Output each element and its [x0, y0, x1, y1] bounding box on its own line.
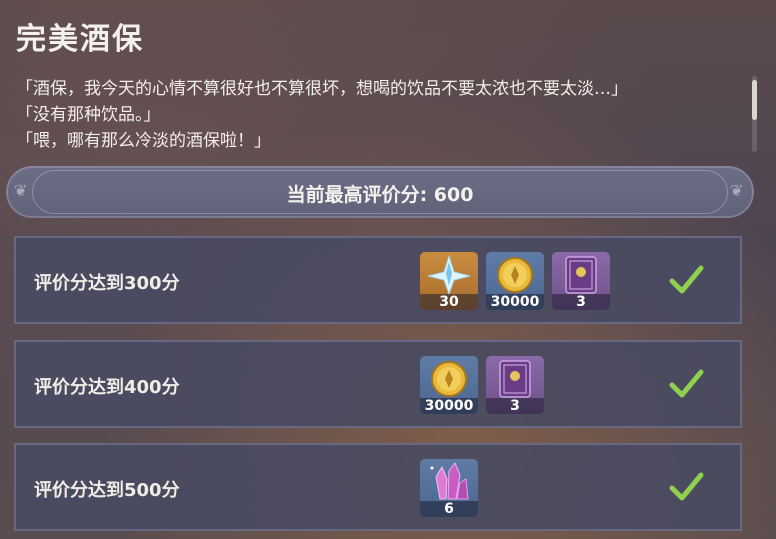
reward-item[interactable]: 30	[420, 252, 478, 310]
page-title: 完美酒保	[16, 22, 144, 57]
scrollbar-thumb[interactable]	[752, 80, 757, 120]
heros-wit-icon	[499, 360, 531, 398]
best-score-label: 当前最高评价分: 600	[286, 184, 474, 206]
reward-count: 30000	[420, 398, 478, 414]
reward-item[interactable]: 30000	[486, 252, 544, 310]
reward-item[interactable]: 30000	[420, 356, 478, 414]
reward-item[interactable]: 3	[486, 356, 544, 414]
crystal-ore-icon	[430, 462, 469, 500]
reward-count: 30	[420, 294, 478, 310]
heros-wit-icon	[565, 256, 597, 294]
dialog-line: 「没有那种饮品。」	[16, 105, 161, 125]
dialog-line: 「喂，哪有那么冷淡的酒保啦！」	[16, 131, 271, 151]
primogem-icon	[427, 254, 471, 296]
tier-label: 评价分达到500分	[34, 480, 180, 501]
reward-count: 6	[420, 501, 478, 517]
reward-tier-row: 评价分达到500分 6	[14, 443, 742, 531]
reward-count: 30000	[486, 294, 544, 310]
dialog-text: 「酒保，我今天的心情不算很好也不算很坏，想喝的饮品不要太浓也不要太淡…」 「没有…	[16, 76, 716, 154]
dialog-scrollbar[interactable]	[752, 76, 757, 152]
reward-item[interactable]: 3	[552, 252, 610, 310]
reward-item[interactable]: 6	[420, 459, 478, 517]
reward-tier-row: 评价分达到300分 30 30000 3	[14, 236, 742, 324]
dialog-line: 「酒保，我今天的心情不算很好也不算很坏，想喝的饮品不要太浓也不要太淡…」	[16, 79, 628, 99]
best-score-bar: ❦ ❦ 当前最高评价分: 600	[6, 166, 754, 218]
mora-icon	[431, 361, 467, 397]
tier-label: 评价分达到300分	[34, 273, 180, 294]
checkmark-icon	[669, 472, 704, 501]
checkmark-icon	[669, 369, 704, 398]
reward-count: 3	[486, 398, 544, 414]
reward-count: 3	[552, 294, 610, 310]
checkmark-icon	[669, 265, 704, 294]
reward-tier-row: 评价分达到400分 30000 3	[14, 340, 742, 428]
tier-label: 评价分达到400分	[34, 377, 180, 398]
mora-icon	[497, 257, 533, 293]
